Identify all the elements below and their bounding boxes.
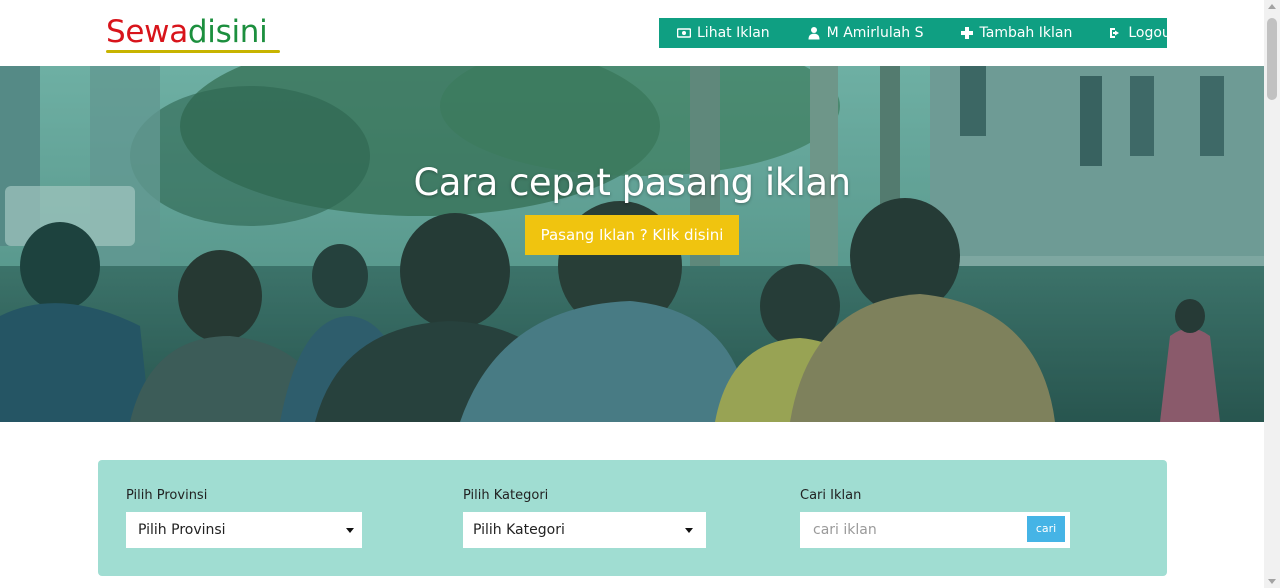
logout-icon [1108, 26, 1122, 40]
nav-tambah-iklan-label: Tambah Iklan [979, 25, 1073, 41]
logo-underline [106, 50, 280, 53]
category-label: Pilih Kategori [463, 488, 549, 503]
scroll-thumb[interactable] [1267, 18, 1277, 100]
search-label: Cari Iklan [800, 488, 862, 503]
page-scrollbar[interactable] [1264, 0, 1280, 588]
user-icon [807, 26, 821, 40]
nav-tambah-iklan[interactable]: Tambah Iklan [960, 18, 1073, 48]
search-input[interactable] [800, 512, 1026, 548]
nav-lihat-iklan-label: Lihat Iklan [697, 25, 770, 41]
chevron-down-icon [346, 528, 354, 533]
nav-logout-label: Logout [1128, 25, 1177, 41]
nav-lihat-iklan[interactable]: Lihat Iklan [676, 18, 770, 48]
nav-user-label: M Amirlulah S [826, 25, 924, 41]
chevron-down-icon [685, 528, 693, 533]
main-nav: Lihat Iklan M Amirlulah S Tambah Iklan L… [659, 18, 1176, 48]
hero-title: Cara cepat pasang iklan [413, 161, 851, 204]
nav-user-profile[interactable]: M Amirlulah S [807, 18, 924, 48]
province-select-value: Pilih Provinsi [138, 522, 226, 538]
search-box: cari [800, 512, 1070, 548]
site-logo[interactable]: Sewadisini [106, 14, 268, 50]
plus-icon [960, 26, 974, 40]
scroll-down-icon[interactable] [1268, 579, 1276, 584]
category-select-value: Pilih Kategori [473, 522, 565, 538]
search-panel: Pilih Provinsi Pilih Provinsi Pilih Kate… [98, 460, 1167, 576]
pasang-iklan-button[interactable]: Pasang Iklan ? Klik disini [525, 215, 739, 255]
logo-part-sewa: Sewa [106, 14, 188, 50]
logo-part-disini: disini [187, 14, 268, 50]
site-header: Sewadisini Lihat Iklan M Amirlulah S Tam… [0, 0, 1264, 66]
nav-logout[interactable]: Logout [1108, 18, 1176, 48]
search-button[interactable]: cari [1027, 516, 1065, 542]
hero-banner: Cara cepat pasang iklan Pasang Iklan ? K… [0, 66, 1264, 422]
category-select[interactable]: Pilih Kategori [463, 512, 706, 548]
province-select[interactable]: Pilih Provinsi [126, 512, 362, 548]
province-label: Pilih Provinsi [126, 488, 208, 503]
scroll-up-icon[interactable] [1268, 4, 1276, 9]
money-icon [676, 26, 692, 40]
